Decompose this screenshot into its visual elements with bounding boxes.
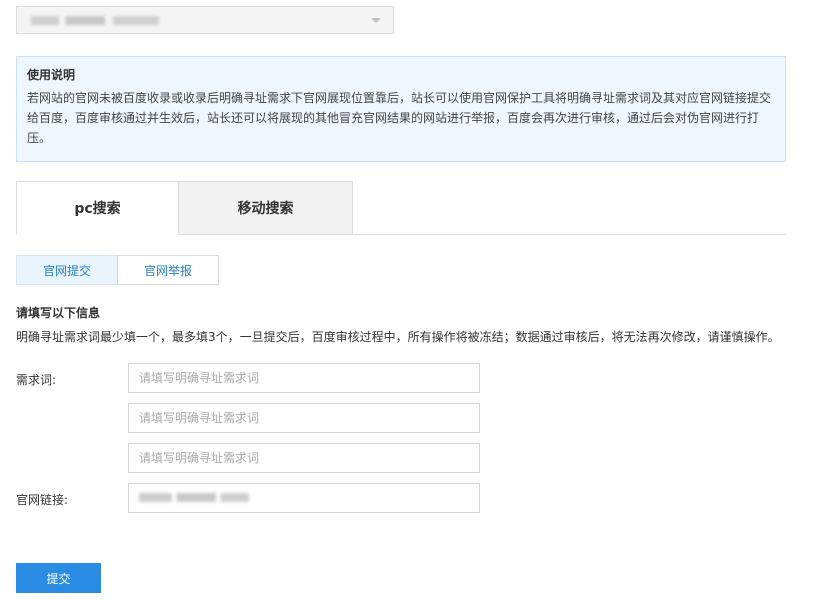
form-hint: 明确寻址需求词最少填一个，最多填3个，一旦提交后，百度审核过程中，所有操作将被冻… <box>16 330 780 344</box>
tab-pc-search[interactable]: pc搜索 <box>16 181 179 235</box>
notice-title: 使用说明 <box>27 68 76 82</box>
subtab-site-submit[interactable]: 官网提交 <box>16 255 118 285</box>
keyword-input-1[interactable] <box>128 363 480 393</box>
form-title: 请填写以下信息 <box>16 306 101 320</box>
site-select-dropdown[interactable] <box>16 6 394 34</box>
selected-site-blurred <box>31 16 159 25</box>
tab-mobile-search[interactable]: 移动搜索 <box>178 181 353 235</box>
usage-notice: 使用说明 若网站的官网未被百度收录或收录后明确寻址需求下官网展现位置靠后，站长可… <box>16 56 786 162</box>
keyword-input-2[interactable] <box>128 403 480 433</box>
chevron-down-icon <box>371 18 381 23</box>
subtab-site-report[interactable]: 官网举报 <box>117 255 219 285</box>
search-type-tabs: pc搜索 移动搜索 <box>16 181 786 235</box>
notice-text: 若网站的官网未被百度收录或收录后明确寻址需求下官网展现位置靠后，站长可以使用官网… <box>27 91 772 145</box>
submit-button[interactable]: 提交 <box>16 563 101 593</box>
keyword-label: 需求词: <box>16 373 57 387</box>
url-label: 官网链接: <box>16 493 69 507</box>
keyword-input-3[interactable] <box>128 443 480 473</box>
url-value-blurred <box>139 493 249 502</box>
action-subtabs: 官网提交 官网举报 <box>16 255 219 285</box>
